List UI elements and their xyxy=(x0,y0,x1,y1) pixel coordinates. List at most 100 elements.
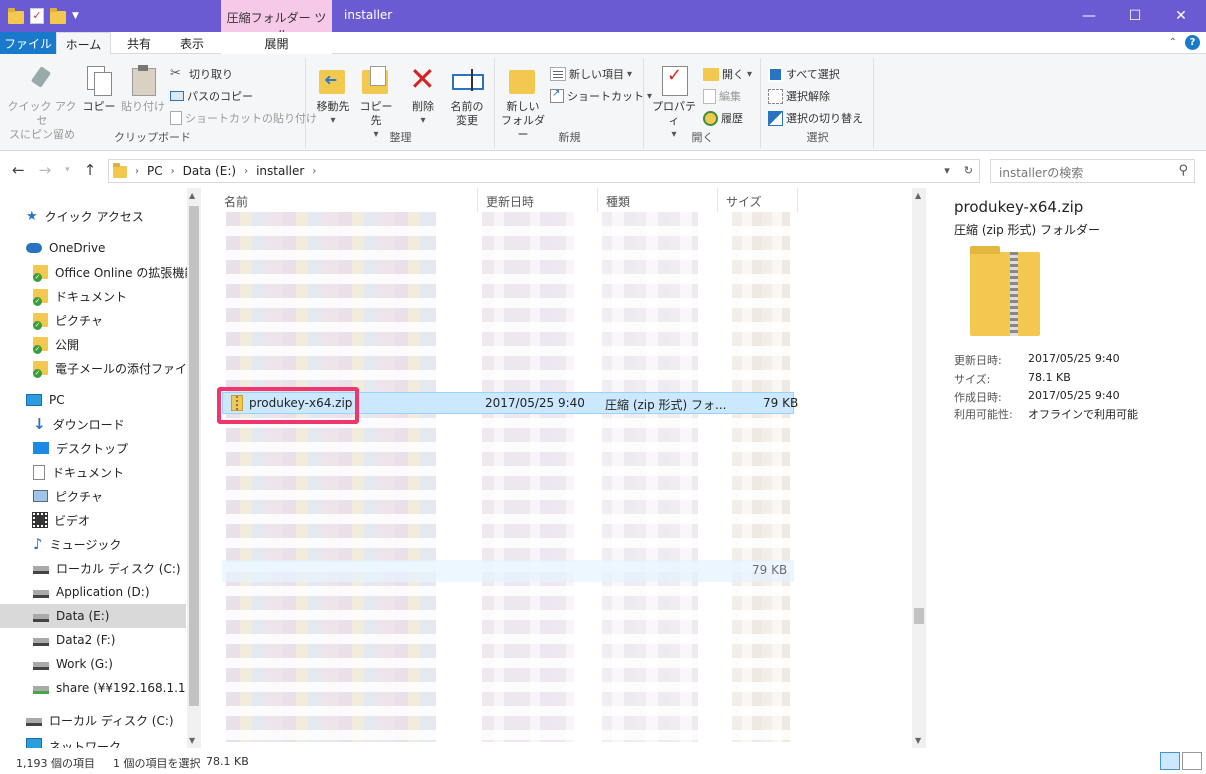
nav-pc-item[interactable]: ↓ ダウンロード xyxy=(33,412,125,436)
folder-icon[interactable] xyxy=(8,7,24,24)
nav-drive[interactable]: Application (D:) xyxy=(33,580,150,604)
status-bar: 1,193 個の項目 1 個の項目を選択 78.1 KB xyxy=(0,750,1206,774)
network-icon xyxy=(26,738,42,748)
up-arrow-icon[interactable]: ↑ xyxy=(84,161,97,179)
table-row[interactable]: 79 KB xyxy=(222,560,794,582)
edit-button[interactable]: 編集 xyxy=(703,88,741,104)
column-header-type[interactable]: 種類 xyxy=(598,188,718,212)
history-icon xyxy=(703,110,718,126)
minimize-button[interactable]: — xyxy=(1066,0,1112,32)
copy-button[interactable]: コピー xyxy=(80,64,118,114)
nav-onedrive-item[interactable]: ドキュメント xyxy=(33,284,127,308)
scroll-down-icon[interactable]: ▼ xyxy=(915,736,921,745)
chevron-right-icon[interactable]: › xyxy=(244,166,248,177)
history-button[interactable]: 履歴 xyxy=(703,110,743,126)
open-label: 開く xyxy=(691,131,714,144)
back-arrow-icon[interactable]: ← xyxy=(12,161,25,179)
open-button[interactable]: 開く ▾ xyxy=(703,66,752,82)
nav-pc-item[interactable]: ドキュメント xyxy=(33,460,124,484)
details-view-button[interactable] xyxy=(1160,752,1180,770)
nav-onedrive[interactable]: OneDrive xyxy=(26,236,105,260)
refresh-icon[interactable]: ↻ xyxy=(964,164,973,177)
select-none-button[interactable]: 選択解除 xyxy=(768,88,830,104)
scroll-down-icon[interactable]: ▼ xyxy=(189,736,195,745)
music-icon: ♪ xyxy=(33,535,43,553)
chevron-right-icon[interactable]: › xyxy=(171,166,175,177)
nav-pc-item[interactable]: ♪ ミュージック xyxy=(33,532,121,556)
paste-button[interactable]: 貼り付け xyxy=(120,64,166,114)
breadcrumb-pc[interactable]: PC xyxy=(147,164,163,178)
nav-network-drive[interactable]: share (¥¥192.168.1.18) (Z:) xyxy=(33,676,185,700)
nav-network[interactable]: ネットワーク xyxy=(26,738,121,748)
cut-button[interactable]: 切り取り xyxy=(170,66,233,82)
select-all-button[interactable]: すべて選択 xyxy=(768,66,840,82)
delete-button[interactable]: 削除 ▾ xyxy=(403,62,443,128)
shortcut-button[interactable]: ショートカット ▾ xyxy=(550,88,652,104)
close-button[interactable]: ✕ xyxy=(1158,0,1204,32)
copy-path-button[interactable]: パスのコピー xyxy=(170,88,253,104)
nav-pc-item[interactable]: ビデオ xyxy=(32,508,90,532)
nav-quick-access[interactable]: ★ クイック アクセス xyxy=(26,204,144,228)
tab-home[interactable]: ホーム xyxy=(56,32,111,55)
select-group: すべて選択 選択解除 選択の切り替え 選択 xyxy=(762,58,874,148)
scroll-up-icon[interactable]: ▲ xyxy=(189,191,195,200)
address-dropdown-icon[interactable]: ▾ xyxy=(944,164,950,177)
nav-onedrive-item[interactable]: 電子メールの添付ファイル xyxy=(33,356,199,380)
chevron-up-icon[interactable]: ⌃ xyxy=(1169,37,1177,48)
nav-drive[interactable]: ローカル ディスク (C:) xyxy=(33,556,181,580)
copy-icon xyxy=(83,64,115,96)
cloud-icon xyxy=(26,243,42,253)
rename-button[interactable]: 名前の 変更 xyxy=(447,64,487,128)
help-icon[interactable]: ? xyxy=(1185,35,1200,50)
tab-file[interactable]: ファイル xyxy=(0,32,56,54)
nav-onedrive-item[interactable]: ピクチャ xyxy=(33,308,103,332)
column-header-size[interactable]: サイズ xyxy=(718,188,798,212)
chevron-right-icon[interactable]: › xyxy=(312,166,316,177)
nav-onedrive-item[interactable]: Office Online の拡張機能 xyxy=(33,260,196,284)
highlight-box xyxy=(217,387,359,424)
tab-view[interactable]: 表示 xyxy=(166,32,218,54)
nav-scrollbar[interactable]: ▲ ▼ xyxy=(187,188,201,748)
nav-local-disk[interactable]: ローカル ディスク (C:) xyxy=(26,708,174,732)
path-icon xyxy=(170,91,184,101)
recent-locations-dropdown-icon[interactable]: ▾ xyxy=(65,161,70,179)
nav-pc-item[interactable]: ピクチャ xyxy=(33,484,103,508)
nav-scroll-thumb[interactable] xyxy=(189,206,199,706)
large-icons-view-button[interactable] xyxy=(1182,752,1202,770)
forward-arrow-icon[interactable]: → xyxy=(39,161,52,179)
customize-dropdown-icon[interactable]: ▼ xyxy=(72,11,79,21)
address-box[interactable]: › PC › Data (E:) › installer › ▾ ↻ xyxy=(108,159,980,183)
move-to-button[interactable]: 移動先 ▾ xyxy=(313,64,353,128)
chevron-right-icon[interactable]: › xyxy=(135,166,139,177)
nav-pc[interactable]: PC xyxy=(26,388,65,412)
new-folder-icon xyxy=(507,64,539,96)
delete-icon xyxy=(407,62,439,96)
file-list-scrollbar[interactable]: ▲ ▼ xyxy=(912,188,926,748)
paste-shortcut-button[interactable]: ショートカットの貼り付け xyxy=(170,110,317,126)
invert-selection-icon xyxy=(768,110,783,126)
scroll-up-icon[interactable]: ▲ xyxy=(915,191,921,200)
breadcrumb-data-e[interactable]: Data (E:) xyxy=(183,164,236,178)
nav-onedrive-item[interactable]: 公開 xyxy=(33,332,79,356)
title-bar: ✓ ▼ xyxy=(0,0,1206,32)
breadcrumb-installer[interactable]: installer xyxy=(256,164,304,178)
nav-drive[interactable]: Work (G:) xyxy=(33,652,113,676)
tab-extract[interactable]: 展開 xyxy=(221,32,332,54)
maximize-button[interactable]: ☐ xyxy=(1112,0,1158,32)
column-header-name[interactable]: 名前 ^ xyxy=(216,188,478,212)
star-icon: ★ xyxy=(26,208,38,224)
nav-drive-selected[interactable]: Data (E:) xyxy=(0,604,186,628)
nav-pc-item[interactable]: デスクトップ xyxy=(33,436,128,460)
new-item-button[interactable]: 新しい項目 ▾ xyxy=(550,66,632,82)
nav-drive[interactable]: Data2 (F:) xyxy=(33,628,115,652)
compressed-folder-tools-tab[interactable]: 圧縮フォルダー ツール xyxy=(221,0,332,42)
file-type: 圧縮 (zip 形式) フォ... xyxy=(605,398,727,412)
invert-selection-button[interactable]: 選択の切り替え xyxy=(768,110,863,126)
file-list-scroll-thumb[interactable] xyxy=(914,608,924,624)
column-header-modified[interactable]: 更新日時 xyxy=(478,188,598,212)
properties-check-icon[interactable]: ✓ xyxy=(30,8,44,24)
tab-share[interactable]: 共有 xyxy=(113,32,165,54)
folder-icon xyxy=(113,163,127,178)
new-folder-icon[interactable] xyxy=(50,7,66,24)
search-input[interactable]: installerの検索 ⚲ xyxy=(990,159,1195,183)
